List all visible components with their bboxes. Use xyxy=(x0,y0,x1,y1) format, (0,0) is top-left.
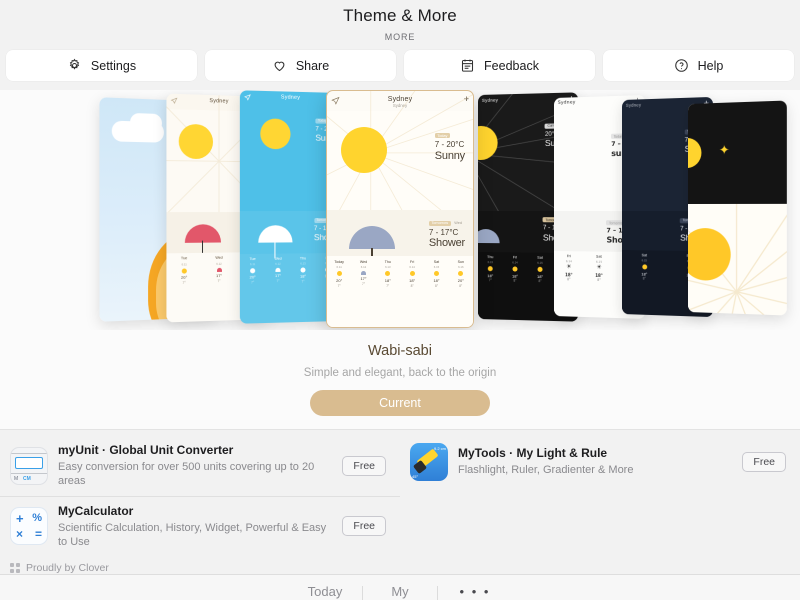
forecast-day: Wed 6.12 17° 7° xyxy=(351,260,375,287)
forecast-day: Thu 6.13 18° 7° xyxy=(376,260,400,288)
forecast-day: Thu 6.13 18° 7° xyxy=(299,255,307,284)
tab-my-world[interactable]: My WORLD xyxy=(363,584,437,600)
feedback-button-label: Feedback xyxy=(484,58,539,73)
theme-carousel[interactable]: Sydney xyxy=(0,90,800,430)
flashlight-icon: 9.2 cm 45° xyxy=(410,443,448,481)
promo-text: MyCalculator Scientific Calculation, His… xyxy=(58,504,332,550)
header: Theme & More MORE Settings Share Feedbac… xyxy=(0,0,800,90)
question-circle-icon xyxy=(674,58,689,73)
moon-icon xyxy=(688,137,702,169)
promo-title: MyCalculator xyxy=(58,503,134,518)
tomorrow-temps: 7 - 17°C xyxy=(428,227,459,237)
calculator-icon: + % × = xyxy=(10,507,48,546)
promo-grid: M CM myUnit · Global Unit Converter Easy… xyxy=(0,436,800,556)
page-title: Theme & More xyxy=(343,6,457,25)
forecast-low: 8° xyxy=(459,283,463,288)
forecast-low: 7° xyxy=(337,283,341,288)
forecast-day: Wed 6.12 17° 7° xyxy=(274,256,282,284)
forecast-day-date: 6.12 xyxy=(360,265,367,270)
forecast-low: 7° xyxy=(361,282,366,287)
heart-icon xyxy=(272,58,287,73)
get-app-button[interactable]: Free xyxy=(342,516,386,537)
forecast-day-date: 6.11 xyxy=(336,265,342,270)
footer-credit: Proudly by Clover xyxy=(0,556,800,574)
tab-today[interactable]: Today 23-32°C xyxy=(288,584,362,600)
clover-logo-icon xyxy=(10,563,20,574)
settings-button-label: Settings xyxy=(90,58,137,73)
gear-icon xyxy=(67,58,82,73)
theme-card-night-day[interactable]: ✦ xyxy=(688,100,787,316)
forecast-day: Fri6.1418°8° xyxy=(511,255,519,284)
forecast-day: Sun 6.16 20° 8° xyxy=(449,260,473,288)
forecast-day-date: 6.16 xyxy=(458,265,464,270)
promo-column-right: 9.2 cm 45° MyTools · My Light & Rule Fla… xyxy=(400,436,800,556)
forecast-day: Fri 6.14 ☀ 18° 8° xyxy=(565,253,573,282)
app-promotion-list: M CM myUnit · Global Unit Converter Easy… xyxy=(0,430,800,575)
forecast-day-date: 6.13 xyxy=(385,265,391,270)
theme-card-blue[interactable]: Sydney Today 7 - 20 Sunn Tomorrow 7 - 17… xyxy=(239,90,340,324)
today-badge: Today xyxy=(434,133,450,139)
promo-item-mytools[interactable]: 9.2 cm 45° MyTools · My Light & Rule Fla… xyxy=(400,436,800,488)
forecast-day-date: 6.14 xyxy=(409,265,415,270)
forecast-low: 8° xyxy=(434,283,438,288)
promo-text: MyTools · My Light & Rule Flashlight, Ru… xyxy=(458,446,732,477)
tab-today-label: Today xyxy=(307,584,343,600)
forecast-day: Fri 6.14 18° 8° xyxy=(400,260,424,288)
star-icon: ✦ xyxy=(718,142,730,158)
promo-title: MyTools · My Light & Rule xyxy=(458,446,608,461)
footer-credit-label: Proudly by Clover xyxy=(26,562,109,575)
today-condition: Sunny xyxy=(434,149,465,162)
share-button-label: Share xyxy=(295,58,330,73)
toolbar: Settings Share Feedback Help xyxy=(0,42,800,90)
tomorrow-condition: Shower xyxy=(428,237,465,250)
theme-and-more-screen: Theme & More MORE Settings Share Feedbac… xyxy=(0,0,800,600)
promo-text: myUnit · Global Unit Converter Easy conv… xyxy=(58,443,332,489)
promo-subtitle: Easy conversion for over 500 units cover… xyxy=(58,461,315,488)
tomorrow-day: Wed xyxy=(454,221,462,226)
forecast-day: Sat 6.15 18° 8° xyxy=(536,255,544,284)
clipboard-icon xyxy=(460,58,475,73)
promo-subtitle: Scientific Calculation, History, Widget,… xyxy=(58,521,327,548)
bottom-tab-bar: Today 23-32°C My WORLD • • • MORE xyxy=(0,574,800,600)
today-temps: 7 - 20°C xyxy=(434,140,465,150)
promo-title: myUnit · Global Unit Converter xyxy=(58,443,234,457)
forecast-low: 7° xyxy=(386,283,390,288)
promo-column-left: M CM myUnit · Global Unit Converter Easy… xyxy=(0,436,400,556)
share-button[interactable]: Share xyxy=(205,50,396,81)
forecast-day: Sat 6.15 ☀ 18° 8° xyxy=(595,254,603,283)
send-icon xyxy=(244,93,251,102)
help-button[interactable]: Help xyxy=(603,50,794,81)
promo-subtitle: Flashlight, Ruler, Gradienter & More xyxy=(458,464,634,477)
forecast-day: Sat 6.15 18° 8° xyxy=(424,260,448,288)
help-button-label: Help xyxy=(697,58,724,73)
forecast-day: Sat 6.15 18° 8° xyxy=(641,253,648,281)
ruler-icon: M CM xyxy=(10,446,48,485)
current-theme-button[interactable]: Current xyxy=(310,390,490,416)
promo-item-mycalculator[interactable]: + % × = MyCalculator Scientific Calculat… xyxy=(0,497,400,557)
card-city: Sydney xyxy=(280,94,301,102)
get-app-button[interactable]: Free xyxy=(342,455,386,476)
selected-theme-description: Simple and elegant, back to the origin xyxy=(303,367,497,379)
forecast-day: Thu 6.13 18° 7° xyxy=(487,254,494,283)
tab-my-label: My xyxy=(391,584,409,600)
forecast-day: Tue 6.11 20° 7° xyxy=(249,256,256,285)
page-subtitle: MORE xyxy=(384,32,416,42)
promo-item-myunit[interactable]: M CM myUnit · Global Unit Converter Easy… xyxy=(0,436,400,497)
theme-card-stage: Sydney xyxy=(0,90,800,330)
more-dots-icon: • • • xyxy=(459,584,491,600)
forecast-day: Today 6.11 20° 7° xyxy=(327,260,351,288)
forecast-day-date: 6.15 xyxy=(433,265,440,270)
feedback-button[interactable]: Feedback xyxy=(404,50,595,81)
forecast-low: 8° xyxy=(410,283,414,288)
forecast-day: Wed 6.12 17° 7° xyxy=(215,256,223,284)
get-app-button[interactable]: Free xyxy=(742,452,786,472)
settings-button[interactable]: Settings xyxy=(6,50,197,81)
theme-card-wabi-sabi-selected[interactable]: Sydney Sydney + Today 7 - 20°C Sunny Tom… xyxy=(326,90,474,328)
forecast-day: Tue 6.11 20° 7° xyxy=(181,256,188,285)
tab-more[interactable]: • • • MORE xyxy=(438,585,512,600)
tomorrow-badge: Tomorrow xyxy=(428,220,451,226)
selected-theme-name: Wabi-sabi xyxy=(368,343,432,359)
